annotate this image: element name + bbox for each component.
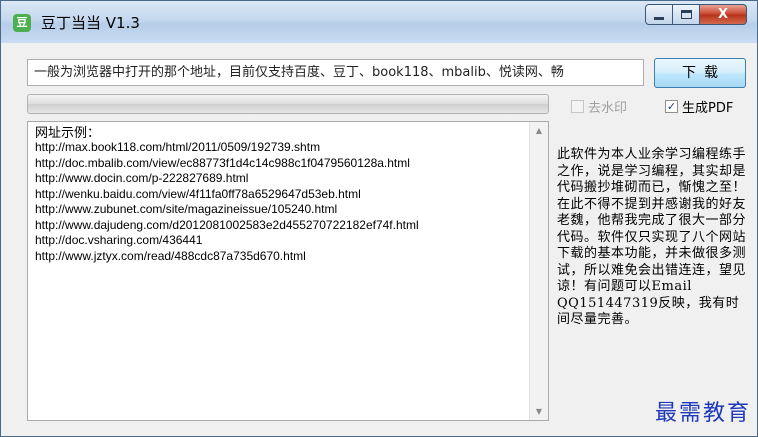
window-title: 豆丁当当 V1.3 bbox=[41, 14, 140, 32]
watermark-logo-text: 最需教育 bbox=[654, 401, 751, 426]
caption-buttons: X bbox=[645, 4, 747, 26]
close-button[interactable]: X bbox=[700, 4, 747, 25]
examples-heading: 网址示例： bbox=[35, 125, 101, 140]
example-url-line: http://www.jztyx.com/read/488cdc87a735d6… bbox=[35, 248, 306, 263]
minimize-icon bbox=[654, 16, 664, 20]
example-url-line: http://doc.mbalib.com/view/ec88773f1d4c1… bbox=[35, 155, 410, 170]
example-urls-textarea[interactable]: 网址示例： http://max.book118.com/html/2011/0… bbox=[27, 121, 549, 421]
maximize-button[interactable] bbox=[673, 4, 700, 25]
example-url-line: http://doc.vsharing.com/436441 bbox=[35, 233, 203, 247]
example-url-line: http://max.book118.com/html/2011/0509/19… bbox=[35, 140, 321, 154]
maximize-icon bbox=[680, 10, 692, 19]
scroll-down-icon[interactable]: ▼ bbox=[530, 403, 548, 420]
example-url-line: http://www.dajudeng.com/d2012081002583e2… bbox=[35, 217, 419, 232]
checkmark-icon[interactable]: ✓ bbox=[665, 100, 678, 113]
app-window: 豆 豆丁当当 V1.3 X 一般为浏览器中打开的那个地址，目前仅支持百度、豆丁、… bbox=[0, 0, 758, 437]
generate-pdf-checkbox[interactable]: ✓ 生成PDF bbox=[665, 97, 733, 116]
example-url-list: http://max.book118.com/html/2011/0509/19… bbox=[35, 140, 548, 264]
example-url-line: http://wenku.baidu.com/view/4f11fa0ff78a… bbox=[35, 186, 361, 201]
remove-watermark-checkbox[interactable]: 去水印 bbox=[571, 97, 627, 116]
remove-watermark-label: 去水印 bbox=[588, 101, 628, 116]
minimize-button[interactable] bbox=[645, 4, 673, 25]
url-input[interactable]: 一般为浏览器中打开的那个地址，目前仅支持百度、豆丁、book118、mbalib… bbox=[27, 59, 644, 86]
scroll-up-icon[interactable]: ▲ bbox=[530, 122, 548, 139]
example-url-line: http://www.docin.com/p-222827689.html bbox=[35, 171, 249, 185]
example-url-line: http://www.zubunet.com/site/magazineissu… bbox=[35, 202, 338, 216]
title-bar[interactable]: 豆 豆丁当当 V1.3 X bbox=[1, 1, 757, 43]
textarea-scrollbar[interactable]: ▲ ▼ bbox=[529, 122, 548, 420]
download-button[interactable]: 下载 bbox=[654, 58, 746, 88]
checkbox-box[interactable] bbox=[571, 100, 584, 113]
about-text: 此软件为本人业余学习编程练手之作，说是学习编程，其实却是代码搬抄堆砌而已，惭愧之… bbox=[557, 147, 747, 327]
close-icon: X bbox=[717, 7, 729, 22]
bean-app-icon: 豆 bbox=[13, 14, 31, 32]
download-progress-bar bbox=[27, 94, 549, 114]
generate-pdf-label: 生成PDF bbox=[682, 101, 734, 116]
